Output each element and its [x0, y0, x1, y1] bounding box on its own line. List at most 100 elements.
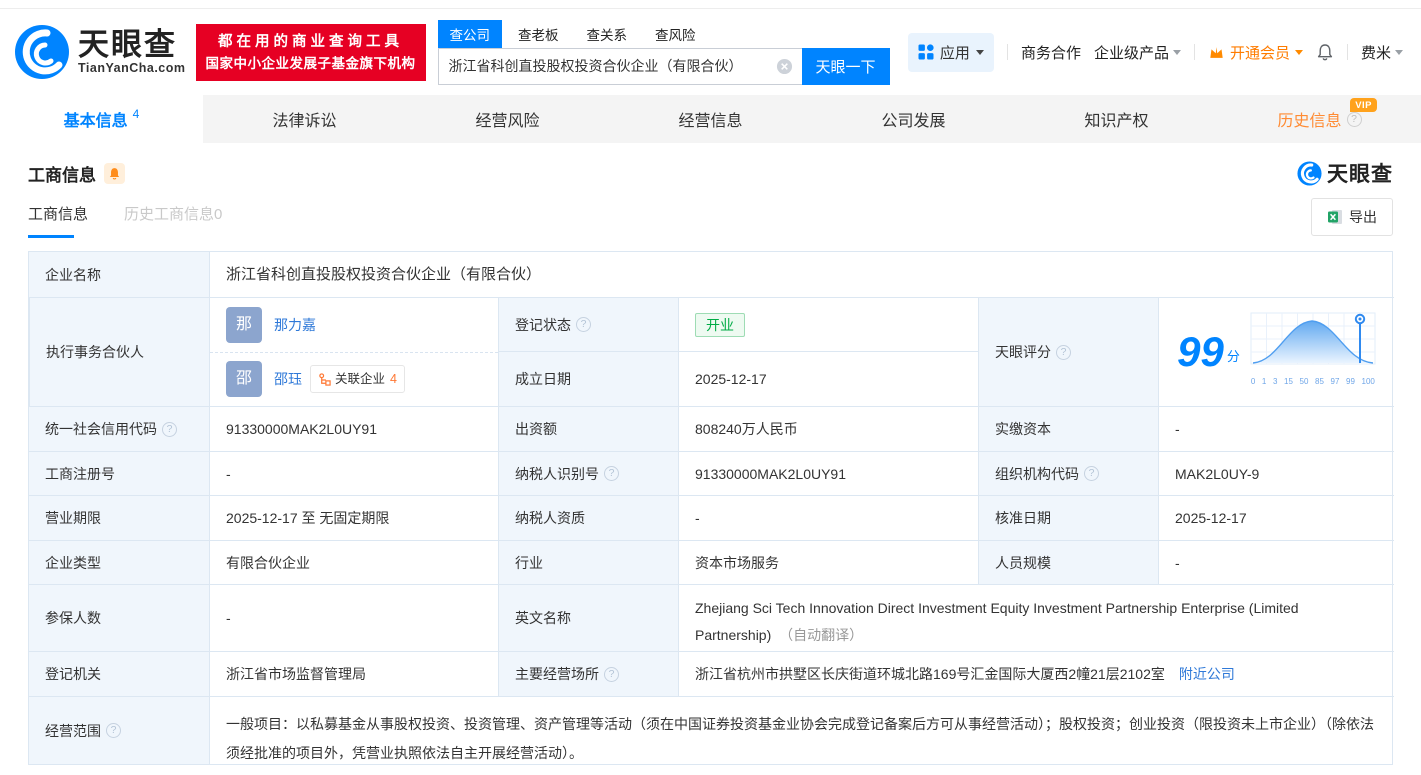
tianyancha-logo-icon: [15, 25, 69, 79]
address-cell: 浙江省杭州市拱墅区长庆街道环城北路169号汇金国际大厦西2幢21层2102室 附…: [678, 651, 1394, 696]
company-name-value: 浙江省科创直投股权投资合伙企业（有限合伙）: [209, 252, 1394, 297]
brand-domain: TianYanCha.com: [78, 61, 186, 75]
help-icon[interactable]: ?: [1056, 344, 1071, 360]
nearby-companies-link[interactable]: 附近公司: [1179, 664, 1235, 684]
section-title: 工商信息: [28, 165, 96, 185]
partner-link[interactable]: 那力嘉: [274, 315, 316, 335]
search-tab-company[interactable]: 查公司: [437, 19, 502, 48]
field-label: 工商注册号: [29, 451, 209, 495]
slogan-line1: 都在用的商业查询工具: [218, 33, 403, 50]
partner-link[interactable]: 邵珏: [274, 369, 302, 389]
org-chart-icon: [319, 373, 331, 386]
business-term-value: 2025-12-17 至 无固定期限: [209, 495, 498, 540]
search-area: 查公司 查老板 查关系 查风险 天眼一下: [437, 19, 890, 85]
partner-row: 邵 邵珏 关联企业 4: [210, 351, 498, 407]
tab-company-development[interactable]: 公司发展: [812, 95, 1015, 143]
help-icon[interactable]: ?: [1346, 111, 1362, 127]
menu-cooperation[interactable]: 商务合作: [1021, 42, 1081, 63]
establish-date-value: 2025-12-17: [678, 351, 978, 406]
subscribe-bell-icon[interactable]: [104, 162, 125, 184]
chevron-down-icon: [975, 50, 984, 59]
taxpayer-quality-value: -: [678, 495, 978, 540]
tab-intellectual-property[interactable]: 知识产权: [1015, 95, 1218, 143]
grid-icon: [918, 44, 934, 60]
search-button[interactable]: 天眼一下: [801, 47, 890, 85]
watermark-logo: 天眼查: [1297, 158, 1393, 188]
auto-translate-note: （自动翻译）: [779, 627, 864, 643]
brand-name: 天眼查: [78, 27, 177, 62]
tab-count: 4: [132, 107, 140, 121]
menu-divider: [1193, 44, 1195, 60]
business-info-tabs: 工商信息 历史工商信息0 导出: [0, 193, 1421, 241]
top-menu: 应用 商务合作 企业级产品 开通会员 费米: [907, 32, 1403, 72]
field-label: 主要经营场所 ?: [498, 651, 678, 696]
search-tab-boss[interactable]: 查老板: [506, 20, 571, 48]
address-value: 浙江省杭州市拱墅区长庆街道环城北路169号汇金国际大厦西2幢21层2102室: [695, 666, 1165, 682]
slogan-banner: 都在用的商业查询工具 国家中小企业发展子基金旗下机构: [195, 23, 426, 81]
field-label: 天眼评分 ?: [978, 297, 1158, 406]
staff-size-value: -: [1158, 540, 1394, 584]
tab-operation-risk[interactable]: 经营风险: [406, 95, 609, 143]
partner-avatar[interactable]: 邵: [226, 361, 262, 398]
partner-row: 那 那力嘉: [210, 298, 498, 352]
score-axis: 01 3 15 50 85 97 99 100: [1250, 377, 1375, 386]
help-icon[interactable]: ?: [604, 666, 619, 682]
tianyancha-logo-icon: [1297, 160, 1322, 186]
menu-enterprise-products[interactable]: 企业级产品: [1094, 42, 1181, 63]
taxpayer-id-value: 91330000MAK2L0UY91: [678, 451, 978, 495]
field-label: 行业: [498, 540, 678, 584]
vip-badge: VIP: [1350, 98, 1377, 112]
search-tab-risk[interactable]: 查风险: [643, 20, 708, 48]
clear-icon[interactable]: [776, 58, 793, 75]
help-icon[interactable]: ?: [576, 317, 591, 332]
apps-menu-button[interactable]: 应用: [907, 32, 994, 72]
registration-status: 开业: [678, 297, 978, 351]
help-icon[interactable]: ?: [604, 466, 619, 481]
partner-avatar[interactable]: 那: [226, 306, 262, 343]
tab-legal-proceedings[interactable]: 法律诉讼: [203, 95, 406, 143]
field-label: 经营范围 ?: [29, 696, 209, 764]
watermark-text: 天眼查: [1327, 163, 1393, 186]
approval-date-value: 2025-12-17: [1158, 495, 1394, 540]
field-label: 成立日期: [498, 351, 678, 406]
notification-bell-icon[interactable]: [1316, 43, 1334, 61]
score-curve-chart: [1250, 312, 1376, 365]
insured-count-value: -: [209, 584, 498, 651]
english-name-cell: Zhejiang Sci Tech Innovation Direct Inve…: [678, 584, 1394, 651]
business-scope-value: 一般项目：以私募基金从事股权投资、投资管理、资产管理等活动（须在中国证券投资基金…: [209, 696, 1394, 764]
tab-history-business-info[interactable]: 历史工商信息0: [124, 203, 222, 238]
tab-operation-info[interactable]: 经营信息: [609, 95, 812, 143]
tab-basic-info[interactable]: 基本信息 4: [0, 95, 203, 143]
help-icon[interactable]: ?: [1084, 466, 1099, 481]
user-menu[interactable]: 费米: [1361, 42, 1403, 63]
field-label: 组织机构代码 ?: [978, 451, 1158, 495]
company-nav-tabs: 基本信息 4 法律诉讼 经营风险 经营信息 公司发展 知识产权 历史信息 VIP…: [0, 95, 1421, 143]
menu-open-vip[interactable]: 开通会员: [1208, 42, 1303, 63]
search-tabs: 查公司 查老板 查关系 查风险: [437, 19, 890, 48]
score-cell: 99 分 01 3 15 50 85 97 99 100: [1158, 297, 1394, 406]
org-code-value: MAK2L0UY-9: [1158, 451, 1394, 495]
score-chart: 01 3 15 50 85 97 99 100: [1250, 312, 1376, 392]
partners-cell: 那 那力嘉 邵 邵珏 关联企业 4: [209, 297, 498, 406]
field-label: 出资额: [498, 406, 678, 451]
tab-history-info[interactable]: 历史信息 VIP ?: [1218, 95, 1421, 143]
search-input[interactable]: [438, 58, 776, 74]
export-button[interactable]: 导出: [1311, 198, 1393, 236]
field-label: 执行事务合伙人: [29, 297, 209, 406]
field-label: 登记状态 ?: [498, 297, 678, 351]
brand-logo[interactable]: 天眼查 TianYanCha.com: [14, 24, 186, 80]
reg-number-value: -: [209, 451, 498, 495]
field-label: 统一社会信用代码 ?: [29, 406, 209, 451]
excel-icon: [1328, 210, 1342, 224]
help-icon[interactable]: ?: [162, 421, 177, 437]
tab-business-info[interactable]: 工商信息: [28, 203, 88, 238]
chevron-down-icon: [1294, 50, 1303, 59]
menu-divider: [1346, 44, 1348, 60]
registry-value: 浙江省市场监督管理局: [209, 651, 498, 696]
search-box: 天眼一下: [437, 47, 890, 85]
search-tab-relation[interactable]: 查关系: [575, 20, 640, 48]
help-icon[interactable]: ?: [106, 723, 121, 738]
related-companies-badge[interactable]: 关联企业 4: [310, 365, 405, 394]
slogan-line2: 国家中小企业发展子基金旗下机构: [205, 55, 416, 71]
field-label: 企业类型: [29, 540, 209, 584]
